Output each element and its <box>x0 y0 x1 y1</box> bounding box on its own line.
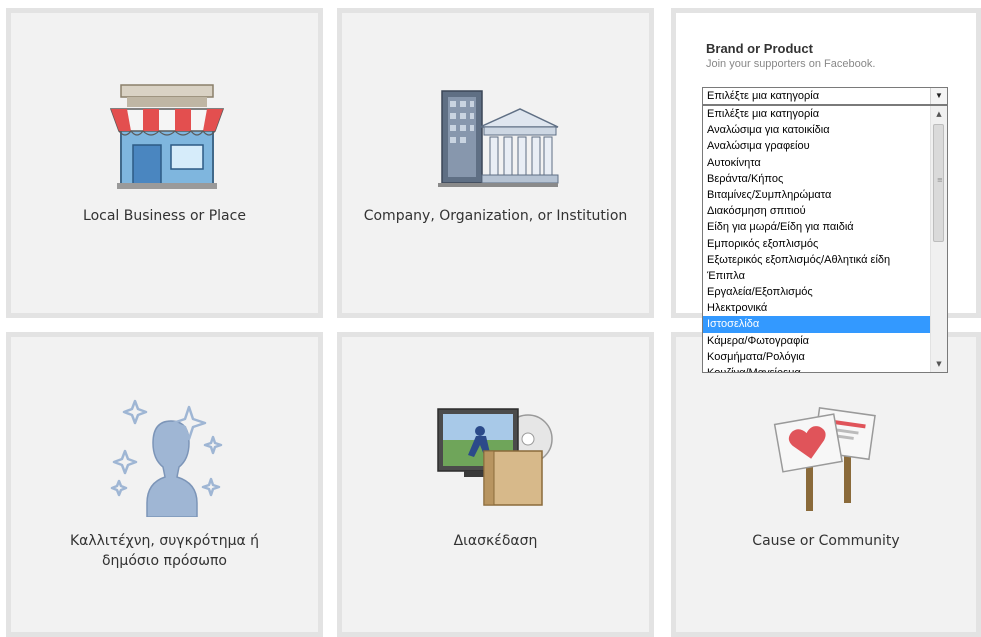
category-select[interactable]: Επιλέξτε μια κατηγορία ▼ <box>702 87 948 105</box>
dropdown-option[interactable]: Εμπορικός εξοπλισμός <box>703 236 930 252</box>
dropdown-option[interactable]: Εξωτερικός εξοπλισμός/Αθλητικά είδη <box>703 252 930 268</box>
scroll-up-icon[interactable]: ▲ <box>931 106 947 122</box>
dropdown-option[interactable]: Διακόσμηση σπιτιού <box>703 203 930 219</box>
dropdown-option[interactable]: Επιλέξτε μια κατηγορία <box>703 106 930 122</box>
tile-cause-community[interactable]: Cause or Community <box>671 332 981 637</box>
chevron-down-icon[interactable]: ▼ <box>930 88 947 104</box>
dropdown-scrollbar[interactable]: ▲ ≡ ▼ <box>930 106 947 372</box>
category-dropdown-list[interactable]: Επιλέξτε μια κατηγορία Αναλώσιμα για κατο… <box>702 105 948 373</box>
brand-title: Brand or Product <box>706 41 813 56</box>
brand-subtitle: Join your supporters on Facebook. <box>706 58 876 70</box>
dropdown-option[interactable]: Κάμερα/Φωτογραφία <box>703 333 930 349</box>
dropdown-option[interactable]: Εργαλεία/Εξοπλισμός <box>703 284 930 300</box>
dropdown-option[interactable]: Βιταμίνες/Συμπληρώματα <box>703 187 930 203</box>
dropdown-option[interactable]: Αναλώσιμα γραφείου <box>703 138 930 154</box>
grip-icon: ≡ <box>937 176 943 184</box>
tile-artist[interactable]: Καλλιτέχνη, συγκρότημα ή δημόσιο πρόσωπο <box>6 332 323 637</box>
dropdown-option[interactable]: Ηλεκτρονικά <box>703 300 930 316</box>
category-select-value: Επιλέξτε μια κατηγορία <box>707 90 820 102</box>
tile-label: Καλλιτέχνη, συγκρότημα ή δημόσιο πρόσωπο <box>69 533 260 569</box>
dropdown-option[interactable]: Κοσμήματα/Ρολόγια <box>703 349 930 365</box>
dropdown-option[interactable]: Κουζίνα/Μαγείρεμα <box>703 365 930 372</box>
buildings-icon <box>438 90 559 187</box>
dropdown-option[interactable]: Αυτοκίνητα <box>703 155 930 171</box>
scroll-thumb[interactable]: ≡ <box>933 124 944 242</box>
dropdown-option[interactable]: Βεράντα/Κήπος <box>703 171 930 187</box>
category-options: Επιλέξτε μια κατηγορία Αναλώσιμα για κατο… <box>703 106 930 372</box>
scroll-down-icon[interactable]: ▼ <box>931 356 947 372</box>
tile-company[interactable]: Company, Organization, or Institution <box>337 8 654 318</box>
tile-label: Cause or Community <box>752 533 900 549</box>
dropdown-option[interactable]: Ιστοσελίδα <box>703 316 930 333</box>
person-sparkle-icon <box>110 399 223 517</box>
tile-label: Διασκέδαση <box>453 533 538 549</box>
tile-entertainment[interactable]: Διασκέδαση <box>337 332 654 637</box>
tv-disc-book-icon <box>437 408 553 506</box>
tile-label: Local Business or Place <box>83 208 246 224</box>
dropdown-option[interactable]: Αναλώσιμα για κατοικίδια <box>703 122 930 138</box>
storefront-icon <box>109 84 225 189</box>
tile-local-business[interactable]: Local Business or Place <box>6 8 323 318</box>
heart-signs-icon <box>773 407 876 511</box>
dropdown-option[interactable]: Έπιπλα <box>703 268 930 284</box>
tile-label: Company, Organization, or Institution <box>363 208 628 224</box>
dropdown-option[interactable]: Είδη για μωρά/Είδη για παιδιά <box>703 219 930 235</box>
